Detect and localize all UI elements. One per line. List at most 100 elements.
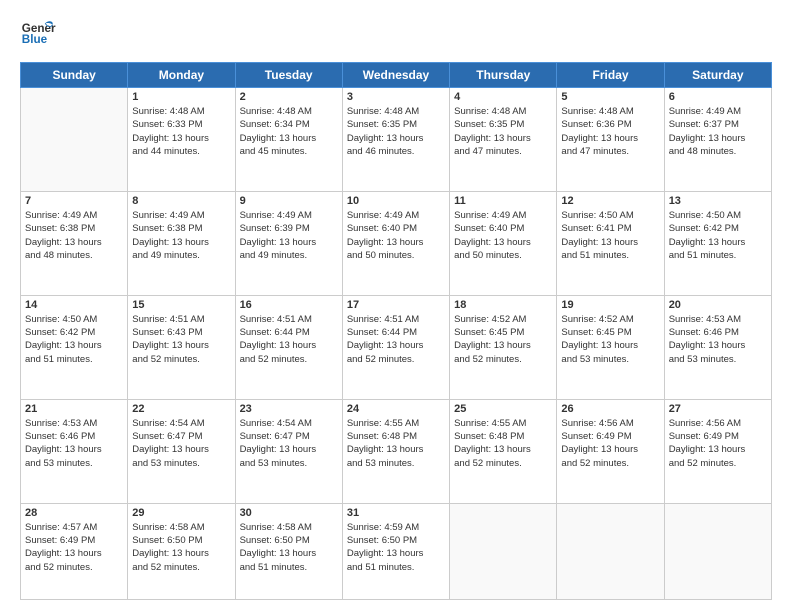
- calendar-day-cell: 5 Sunrise: 4:48 AM Sunset: 6:36 PM Daylig…: [557, 88, 664, 192]
- calendar-day-cell: 13Sunrise: 4:50 AM Sunset: 6:42 PM Dayli…: [664, 191, 771, 295]
- day-number: 6: [669, 91, 767, 103]
- calendar-day-cell: 8Sunrise: 4:49 AM Sunset: 6:38 PM Daylig…: [128, 191, 235, 295]
- day-info: Sunrise: 4:53 AM Sunset: 6:46 PM Dayligh…: [669, 313, 767, 366]
- day-info: Sunrise: 4:49 AM Sunset: 6:40 PM Dayligh…: [347, 209, 445, 262]
- day-number: 7: [25, 195, 123, 207]
- day-info: Sunrise: 4:50 AM Sunset: 6:41 PM Dayligh…: [561, 209, 659, 262]
- day-info: Sunrise: 4:51 AM Sunset: 6:44 PM Dayligh…: [240, 313, 338, 366]
- weekday-header-row: SundayMondayTuesdayWednesdayThursdayFrid…: [21, 63, 772, 88]
- day-info: Sunrise: 4:56 AM Sunset: 6:49 PM Dayligh…: [561, 417, 659, 470]
- weekday-header: Wednesday: [342, 63, 449, 88]
- day-number: 27: [669, 403, 767, 415]
- calendar-day-cell: [450, 503, 557, 599]
- day-number: 12: [561, 195, 659, 207]
- weekday-header: Sunday: [21, 63, 128, 88]
- logo: General Blue: [20, 16, 56, 52]
- day-info: Sunrise: 4:54 AM Sunset: 6:47 PM Dayligh…: [240, 417, 338, 470]
- header: General Blue: [20, 16, 772, 52]
- calendar-day-cell: 24 Sunrise: 4:55 AM Sunset: 6:48 PM Dayli…: [342, 399, 449, 503]
- day-info: Sunrise: 4:59 AM Sunset: 6:50 PM Dayligh…: [347, 521, 445, 574]
- day-number: 30: [240, 507, 338, 519]
- logo-icon: General Blue: [20, 16, 56, 52]
- calendar-day-cell: 14 Sunrise: 4:50 AM Sunset: 6:42 PM Dayli…: [21, 295, 128, 399]
- day-number: 10: [347, 195, 445, 207]
- calendar-day-cell: 26 Sunrise: 4:56 AM Sunset: 6:49 PM Dayli…: [557, 399, 664, 503]
- svg-text:Blue: Blue: [22, 33, 48, 46]
- day-info: Sunrise: 4:48 AM Sunset: 6:33 PM Dayligh…: [132, 105, 230, 158]
- calendar-day-cell: 28 Sunrise: 4:57 AM Sunset: 6:49 PM Dayli…: [21, 503, 128, 599]
- calendar-day-cell: 20 Sunrise: 4:53 AM Sunset: 6:46 PM Dayli…: [664, 295, 771, 399]
- day-number: 24: [347, 403, 445, 415]
- calendar-day-cell: 19 Sunrise: 4:52 AM Sunset: 6:45 PM Dayli…: [557, 295, 664, 399]
- calendar-day-cell: 6 Sunrise: 4:49 AM Sunset: 6:37 PM Daylig…: [664, 88, 771, 192]
- calendar-day-cell: 2Sunrise: 4:48 AM Sunset: 6:34 PM Daylig…: [235, 88, 342, 192]
- day-number: 28: [25, 507, 123, 519]
- day-info: Sunrise: 4:54 AM Sunset: 6:47 PM Dayligh…: [132, 417, 230, 470]
- calendar-day-cell: 25Sunrise: 4:55 AM Sunset: 6:48 PM Dayli…: [450, 399, 557, 503]
- day-info: Sunrise: 4:50 AM Sunset: 6:42 PM Dayligh…: [669, 209, 767, 262]
- calendar-day-cell: 12 Sunrise: 4:50 AM Sunset: 6:41 PM Dayli…: [557, 191, 664, 295]
- day-number: 4: [454, 91, 552, 103]
- day-info: Sunrise: 4:52 AM Sunset: 6:45 PM Dayligh…: [561, 313, 659, 366]
- day-info: Sunrise: 4:49 AM Sunset: 6:40 PM Dayligh…: [454, 209, 552, 262]
- day-number: 5: [561, 91, 659, 103]
- day-info: Sunrise: 4:51 AM Sunset: 6:43 PM Dayligh…: [132, 313, 230, 366]
- day-info: Sunrise: 4:48 AM Sunset: 6:35 PM Dayligh…: [347, 105, 445, 158]
- day-number: 23: [240, 403, 338, 415]
- calendar-day-cell: 10 Sunrise: 4:49 AM Sunset: 6:40 PM Dayli…: [342, 191, 449, 295]
- day-number: 22: [132, 403, 230, 415]
- weekday-header: Saturday: [664, 63, 771, 88]
- day-number: 31: [347, 507, 445, 519]
- day-info: Sunrise: 4:49 AM Sunset: 6:37 PM Dayligh…: [669, 105, 767, 158]
- weekday-header: Thursday: [450, 63, 557, 88]
- day-number: 20: [669, 299, 767, 311]
- calendar-day-cell: [664, 503, 771, 599]
- calendar-day-cell: 1 Sunrise: 4:48 AM Sunset: 6:33 PM Daylig…: [128, 88, 235, 192]
- calendar-day-cell: 31 Sunrise: 4:59 AM Sunset: 6:50 PM Dayli…: [342, 503, 449, 599]
- weekday-header: Friday: [557, 63, 664, 88]
- day-number: 11: [454, 195, 552, 207]
- day-info: Sunrise: 4:58 AM Sunset: 6:50 PM Dayligh…: [240, 521, 338, 574]
- calendar-day-cell: 30 Sunrise: 4:58 AM Sunset: 6:50 PM Dayli…: [235, 503, 342, 599]
- day-info: Sunrise: 4:49 AM Sunset: 6:39 PM Dayligh…: [240, 209, 338, 262]
- calendar-day-cell: 4 Sunrise: 4:48 AM Sunset: 6:35 PM Daylig…: [450, 88, 557, 192]
- calendar-day-cell: 22 Sunrise: 4:54 AM Sunset: 6:47 PM Dayli…: [128, 399, 235, 503]
- day-number: 16: [240, 299, 338, 311]
- day-number: 25: [454, 403, 552, 415]
- day-number: 14: [25, 299, 123, 311]
- calendar-day-cell: [21, 88, 128, 192]
- day-number: 18: [454, 299, 552, 311]
- calendar-day-cell: 29 Sunrise: 4:58 AM Sunset: 6:50 PM Dayli…: [128, 503, 235, 599]
- day-info: Sunrise: 4:58 AM Sunset: 6:50 PM Dayligh…: [132, 521, 230, 574]
- calendar-day-cell: 16 Sunrise: 4:51 AM Sunset: 6:44 PM Dayli…: [235, 295, 342, 399]
- day-info: Sunrise: 4:48 AM Sunset: 6:34 PM Dayligh…: [240, 105, 338, 158]
- day-info: Sunrise: 4:48 AM Sunset: 6:36 PM Dayligh…: [561, 105, 659, 158]
- day-info: Sunrise: 4:55 AM Sunset: 6:48 PM Dayligh…: [347, 417, 445, 470]
- day-number: 26: [561, 403, 659, 415]
- calendar-day-cell: 9 Sunrise: 4:49 AM Sunset: 6:39 PM Daylig…: [235, 191, 342, 295]
- day-info: Sunrise: 4:51 AM Sunset: 6:44 PM Dayligh…: [347, 313, 445, 366]
- calendar-day-cell: 7 Sunrise: 4:49 AM Sunset: 6:38 PM Daylig…: [21, 191, 128, 295]
- calendar-day-cell: 15Sunrise: 4:51 AM Sunset: 6:43 PM Dayli…: [128, 295, 235, 399]
- day-number: 17: [347, 299, 445, 311]
- calendar-day-cell: 3 Sunrise: 4:48 AM Sunset: 6:35 PM Daylig…: [342, 88, 449, 192]
- day-number: 3: [347, 91, 445, 103]
- day-info: Sunrise: 4:48 AM Sunset: 6:35 PM Dayligh…: [454, 105, 552, 158]
- calendar-day-cell: 17 Sunrise: 4:51 AM Sunset: 6:44 PM Dayli…: [342, 295, 449, 399]
- day-number: 1: [132, 91, 230, 103]
- calendar-week-row: 28 Sunrise: 4:57 AM Sunset: 6:49 PM Dayli…: [21, 503, 772, 599]
- day-info: Sunrise: 4:57 AM Sunset: 6:49 PM Dayligh…: [25, 521, 123, 574]
- day-info: Sunrise: 4:50 AM Sunset: 6:42 PM Dayligh…: [25, 313, 123, 366]
- page: General Blue SundayMondayTuesdayWednesda…: [0, 0, 792, 612]
- calendar-week-row: 21Sunrise: 4:53 AM Sunset: 6:46 PM Dayli…: [21, 399, 772, 503]
- calendar-week-row: 7 Sunrise: 4:49 AM Sunset: 6:38 PM Daylig…: [21, 191, 772, 295]
- day-info: Sunrise: 4:49 AM Sunset: 6:38 PM Dayligh…: [25, 209, 123, 262]
- day-info: Sunrise: 4:53 AM Sunset: 6:46 PM Dayligh…: [25, 417, 123, 470]
- day-number: 29: [132, 507, 230, 519]
- weekday-header: Tuesday: [235, 63, 342, 88]
- calendar-day-cell: 23 Sunrise: 4:54 AM Sunset: 6:47 PM Dayli…: [235, 399, 342, 503]
- day-number: 9: [240, 195, 338, 207]
- day-info: Sunrise: 4:52 AM Sunset: 6:45 PM Dayligh…: [454, 313, 552, 366]
- day-number: 19: [561, 299, 659, 311]
- day-number: 8: [132, 195, 230, 207]
